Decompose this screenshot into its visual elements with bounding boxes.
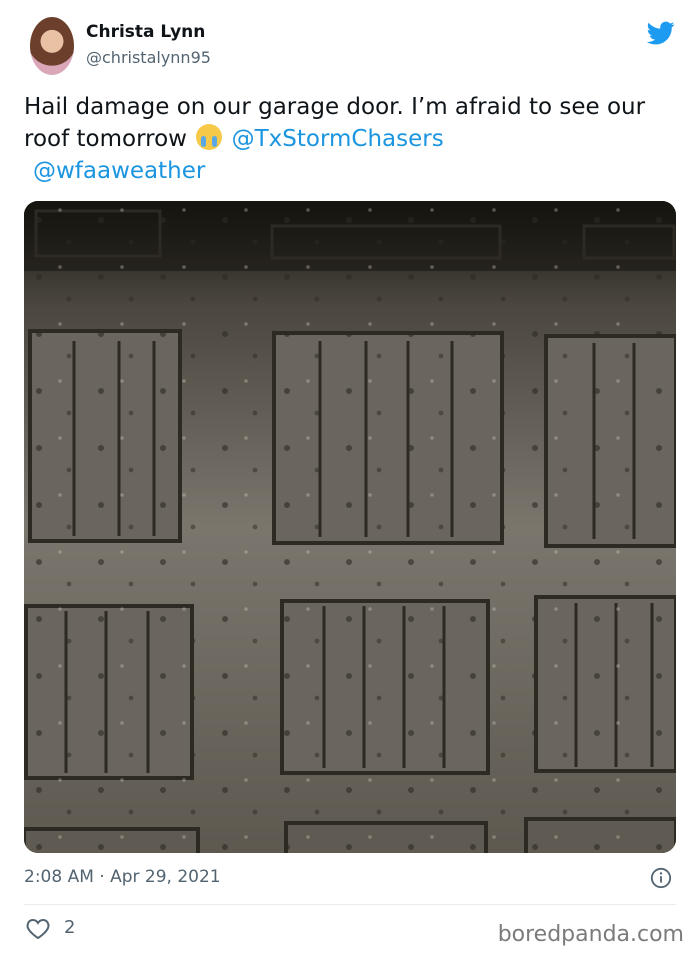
- tweet-timestamp[interactable]: 2:08 AM · Apr 29, 2021: [24, 867, 221, 887]
- watermark: boredpanda.com: [497, 922, 684, 947]
- user-display-name[interactable]: Christa Lynn: [86, 22, 205, 42]
- divider: [24, 904, 676, 905]
- time: 2:08 AM: [24, 867, 94, 887]
- like-count: 2: [64, 917, 76, 938]
- mention-link[interactable]: @TxStormChasers: [232, 126, 444, 152]
- twitter-bird-icon: [646, 21, 675, 45]
- tweet-photo[interactable]: [24, 201, 676, 853]
- garage-door-image: [24, 201, 676, 853]
- user-handle[interactable]: @christalynn95: [86, 48, 211, 67]
- avatar[interactable]: [30, 17, 74, 75]
- heart-icon[interactable]: [26, 918, 50, 940]
- info-icon[interactable]: [650, 867, 672, 889]
- loudly-crying-face-icon: [196, 124, 223, 150]
- tweet-text: Hail damage on our garage door. I’m afra…: [24, 91, 674, 187]
- mention-link[interactable]: @wfaaweather: [33, 158, 205, 184]
- date: Apr 29, 2021: [110, 867, 221, 887]
- separator: ·: [99, 867, 105, 887]
